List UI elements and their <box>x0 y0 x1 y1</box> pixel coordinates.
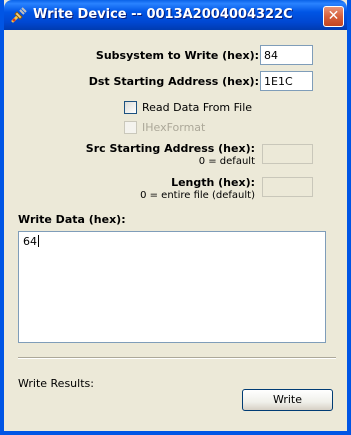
ihex-format-label: IHexFormat <box>142 121 206 134</box>
write-data-textarea[interactable]: 64 <box>18 231 326 343</box>
write-data-label: Write Data (hex): <box>18 213 126 226</box>
ihex-format-checkbox[interactable] <box>124 121 137 134</box>
close-icon: ✕ <box>327 8 340 24</box>
write-device-dialog: Write Device -- 0013A2004004322C ✕ Subsy… <box>0 0 351 435</box>
write-results-label: Write Results: <box>18 377 94 390</box>
divider <box>18 357 336 359</box>
dst-address-input[interactable] <box>260 71 313 91</box>
title-bar[interactable]: Write Device -- 0013A2004004322C ✕ <box>4 0 347 30</box>
text-caret <box>38 235 39 247</box>
length-label: Length (hex): <box>171 176 255 189</box>
write-button[interactable]: Write <box>242 389 333 411</box>
read-from-file-label[interactable]: Read Data From File <box>142 101 252 114</box>
write-data-value: 64 <box>23 235 37 248</box>
src-address-hint: 0 = default <box>198 156 255 167</box>
read-from-file-checkbox[interactable] <box>124 101 137 114</box>
window-title: Write Device -- 0013A2004004322C <box>33 7 293 22</box>
length-input[interactable] <box>262 177 313 197</box>
subsystem-label: Subsystem to Write (hex): <box>95 49 259 62</box>
close-button[interactable]: ✕ <box>323 6 344 27</box>
subsystem-input[interactable] <box>260 45 313 65</box>
dst-address-label: Dst Starting Address (hex): <box>88 75 259 88</box>
connector-plug-icon <box>11 7 27 23</box>
src-address-label: Src Starting Address (hex): <box>85 142 255 155</box>
length-hint: 0 = entire file (default) <box>140 190 255 201</box>
src-address-input[interactable] <box>262 144 313 164</box>
